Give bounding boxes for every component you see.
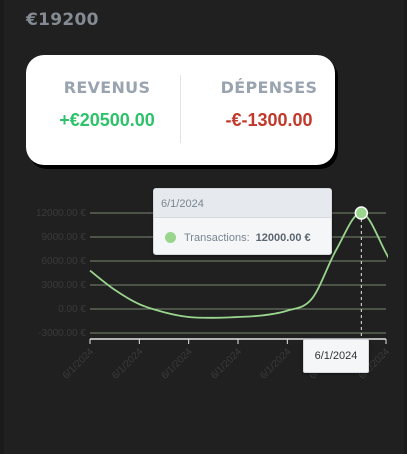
y-tick-label: 3000.00 € (42, 280, 87, 291)
x-tick-label: 6/1/2024 (209, 346, 245, 382)
x-tick-label: 6/1/2024 (110, 346, 146, 382)
tooltip-value: 12000.00 € (255, 232, 311, 244)
tooltip-series-label: Transactions: (184, 232, 250, 244)
series-dot-icon (165, 232, 176, 243)
y-tick-label: 0.00 € (58, 304, 86, 315)
highlight-point (354, 206, 369, 220)
y-tick-label: 6000.00 € (42, 256, 87, 267)
tooltip-body: Transactions: 12000.00 € (154, 218, 331, 244)
y-tick-label: 9000.00 € (42, 232, 87, 243)
y-tick-label: 12000.00 € (36, 208, 86, 219)
x-tick-label: 6/1/2024 (61, 346, 97, 382)
x-tick-label: 6/1/2024 (258, 346, 294, 382)
y-tick-label: -3000.00 € (38, 328, 86, 339)
chart-tooltip: 6/1/2024 Transactions: 12000.00 € (153, 188, 332, 255)
x-tick-label: 6/1/2024 (159, 346, 195, 382)
tooltip-date: 6/1/2024 (154, 189, 331, 218)
x-crosshair-label: 6/1/2024 (303, 339, 369, 373)
